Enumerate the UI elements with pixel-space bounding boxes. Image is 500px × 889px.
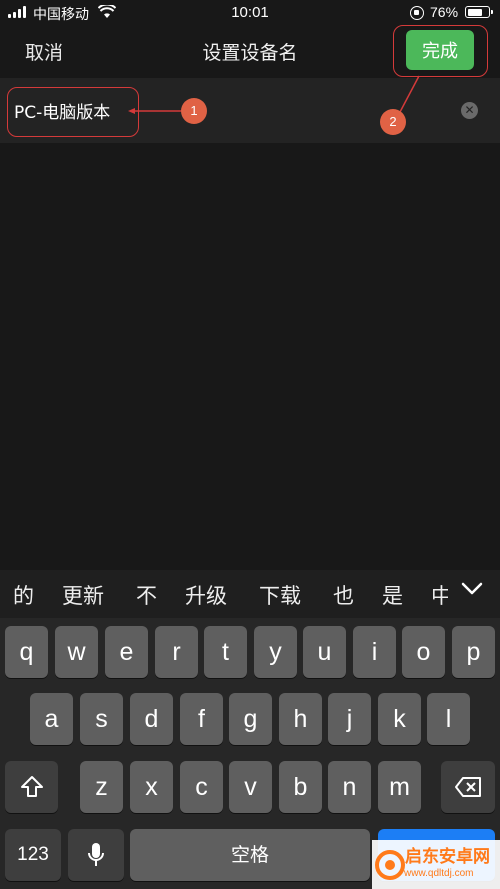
key-p[interactable]: p — [452, 626, 495, 678]
key-a[interactable]: a — [30, 693, 73, 745]
candidate-word[interactable]: 不 — [136, 580, 157, 610]
key-e[interactable]: e — [105, 626, 148, 678]
key-u[interactable]: u — [303, 626, 346, 678]
dictation-key[interactable] — [68, 829, 124, 881]
watermark-name: 启东安卓网 — [405, 847, 490, 867]
key-n[interactable]: n — [328, 761, 371, 813]
key-s[interactable]: s — [80, 693, 123, 745]
shift-icon — [21, 776, 43, 797]
annotation-badge-2: 2 — [380, 109, 406, 135]
key-v[interactable]: v — [229, 761, 272, 813]
key-c[interactable]: c — [180, 761, 223, 813]
key-j[interactable]: j — [328, 693, 371, 745]
annotation-badge-1: 1 — [181, 98, 207, 124]
key-q[interactable]: q — [5, 626, 48, 678]
key-t[interactable]: t — [204, 626, 247, 678]
watermark-url: www.qdltdj.com — [404, 868, 474, 879]
key-b[interactable]: b — [279, 761, 322, 813]
chevron-down-icon[interactable] — [459, 576, 485, 602]
key-m[interactable]: m — [378, 761, 421, 813]
microphone-icon — [88, 843, 104, 866]
key-z[interactable]: z — [80, 761, 123, 813]
candidate-word[interactable]: 升级 — [185, 580, 227, 610]
key-r[interactable]: r — [155, 626, 198, 678]
key-l[interactable]: l — [427, 693, 470, 745]
backspace-icon — [455, 777, 481, 797]
key-f[interactable]: f — [180, 693, 223, 745]
backspace-key[interactable] — [441, 761, 495, 813]
key-i[interactable]: i — [353, 626, 396, 678]
key-x[interactable]: x — [130, 761, 173, 813]
shift-key[interactable] — [5, 761, 58, 813]
candidate-word[interactable]: 更新 — [62, 580, 104, 610]
candidate-word[interactable]: 下载 — [259, 580, 301, 610]
numbers-key[interactable]: 123 — [5, 829, 61, 881]
candidate-word[interactable]: 也 — [333, 580, 354, 610]
annotation-arrows — [128, 75, 420, 114]
key-d[interactable]: d — [130, 693, 173, 745]
candidate-word[interactable]: 的 — [13, 580, 34, 610]
key-g[interactable]: g — [229, 693, 272, 745]
candidate-word[interactable]: 中 — [431, 580, 448, 610]
key-w[interactable]: w — [55, 626, 98, 678]
key-y[interactable]: y — [254, 626, 297, 678]
candidate-word[interactable]: 是 — [382, 580, 403, 610]
space-key[interactable]: 空格 — [130, 829, 370, 881]
key-k[interactable]: k — [378, 693, 421, 745]
key-o[interactable]: o — [402, 626, 445, 678]
key-h[interactable]: h — [279, 693, 322, 745]
